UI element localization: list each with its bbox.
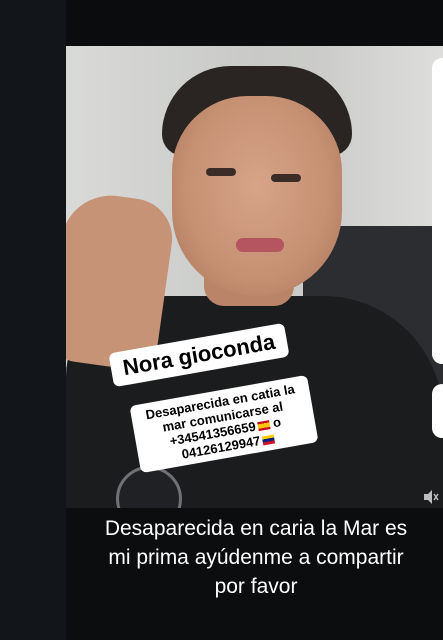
left-eye (206, 168, 236, 176)
face (172, 96, 342, 296)
or-text: o (271, 414, 283, 431)
caption: Desaparecida en caria la Mar es mi prima… (70, 514, 442, 601)
lips (236, 238, 284, 252)
left-rail (0, 0, 66, 640)
top-strip (66, 0, 443, 46)
venezuela-flag-icon (261, 434, 275, 446)
next-card-peek-small[interactable] (432, 384, 443, 438)
speaker-muted-icon[interactable] (422, 488, 440, 506)
spain-flag-icon (256, 420, 271, 432)
caption-line-2: mi prima ayúdenme a compartir (108, 546, 404, 569)
right-eye (271, 174, 301, 182)
caption-line-3: por favor (214, 575, 298, 598)
caption-line-1: Desaparecida en caria la Mar es (104, 517, 408, 540)
next-card-peek[interactable] (432, 58, 443, 364)
